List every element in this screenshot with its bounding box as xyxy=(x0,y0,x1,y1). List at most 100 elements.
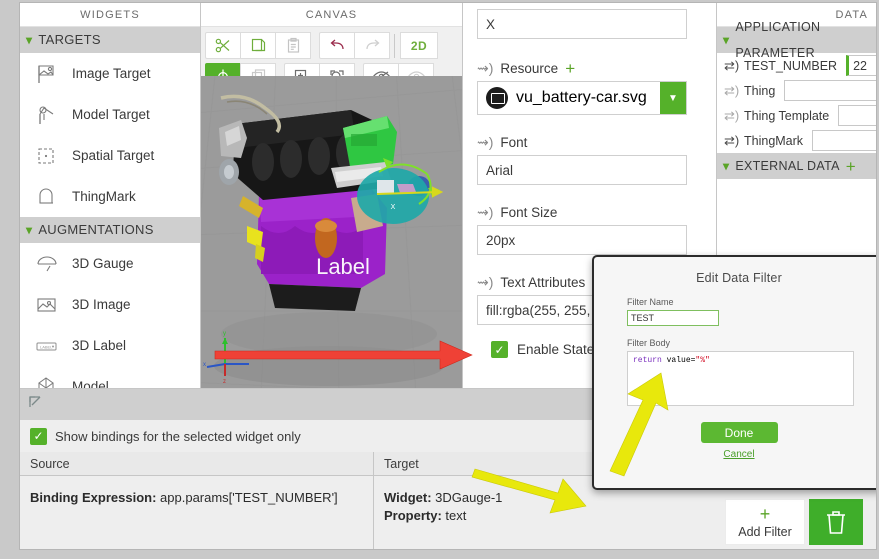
widget-item-model-target[interactable]: Model Target xyxy=(20,94,200,135)
copy-button[interactable] xyxy=(240,32,276,59)
dialog-cancel-link[interactable]: Cancel xyxy=(594,449,877,460)
code-keyword: return xyxy=(633,356,662,365)
paste-button[interactable] xyxy=(275,32,311,59)
property-resource: ⇝) Resource + vu_battery-car.svg ▼ xyxy=(477,55,702,115)
application-window: WIDGETS ▾ TARGETS Image Target xyxy=(19,2,877,550)
label-icon: LABEL xyxy=(34,334,60,358)
binding-swap-icon: ⇄) xyxy=(724,133,739,149)
section-header-external-data[interactable]: ▾ EXTERNAL DATA + xyxy=(717,153,877,179)
data-param-row[interactable]: ⇄) Thing xyxy=(717,78,877,103)
widget-label: Spatial Target xyxy=(72,148,154,163)
add-filter-label: Add Filter xyxy=(738,525,792,539)
model-label-text: Label xyxy=(316,254,370,279)
dialog-done-button[interactable]: Done xyxy=(701,422,778,443)
gauge-icon xyxy=(34,252,60,276)
delete-binding-button[interactable] xyxy=(809,499,863,545)
widget-item-image-target[interactable]: Image Target xyxy=(20,53,200,94)
model-target-icon xyxy=(34,103,60,127)
add-filter-button[interactable]: + Add Filter xyxy=(725,499,805,545)
redo-button[interactable] xyxy=(354,32,390,59)
column-header-source: Source xyxy=(20,452,373,476)
widgets-panel: WIDGETS ▾ TARGETS Image Target xyxy=(20,3,201,388)
property-font: ⇝) Font Arial xyxy=(477,129,702,185)
resource-select[interactable]: vu_battery-car.svg ▼ xyxy=(477,81,687,115)
chevron-down-icon: ▾ xyxy=(26,34,32,46)
section-header-targets[interactable]: ▾ TARGETS xyxy=(20,27,200,53)
property-font-size: ⇝) Font Size 20px xyxy=(477,199,702,255)
section-header-application-parameter[interactable]: ▾ APPLICATION PARAMETER xyxy=(717,27,877,53)
binding-arrow-icon: ⇝) xyxy=(477,275,493,289)
target-property-label: Property: xyxy=(384,508,442,523)
bottom-gutter xyxy=(0,550,879,559)
param-value[interactable] xyxy=(812,130,877,151)
add-external-data-plus-icon[interactable]: + xyxy=(846,158,856,175)
param-name: ThingMark xyxy=(744,134,803,148)
canvas-panel-title: CANVAS xyxy=(201,3,462,27)
expand-panel-icon[interactable] xyxy=(26,393,44,416)
widget-item-3d-image[interactable]: 3D Image xyxy=(20,284,200,325)
trash-icon xyxy=(822,507,850,537)
widget-item-thingmark[interactable]: ThingMark xyxy=(20,176,200,217)
param-value[interactable]: 22 xyxy=(846,55,877,76)
widget-item-3d-gauge[interactable]: 3D Gauge xyxy=(20,243,200,284)
param-name: Thing Template xyxy=(744,109,829,123)
filter-body-editor[interactable]: return value="%" xyxy=(627,351,854,406)
widget-item-spatial-target[interactable]: Spatial Target xyxy=(20,135,200,176)
binding-arrow-icon: ⇝) xyxy=(477,205,493,219)
binding-swap-icon: ⇄) xyxy=(724,58,739,74)
param-value[interactable] xyxy=(838,105,877,126)
cut-button[interactable] xyxy=(205,32,241,59)
spatial-target-icon xyxy=(34,144,60,168)
svg-text:LABEL: LABEL xyxy=(40,344,53,349)
code-string: "%" xyxy=(695,356,709,365)
target-widget-value: 3DGauge-1 xyxy=(435,490,502,505)
widget-label: Image Target xyxy=(72,66,151,81)
checkbox-checked-icon[interactable]: ✓ xyxy=(491,341,508,358)
widget-label: 3D Image xyxy=(72,297,131,312)
undo-button[interactable] xyxy=(319,32,355,59)
show-selected-bindings-label: Show bindings for the selected widget on… xyxy=(55,429,301,444)
canvas-panel: CANVAS xyxy=(201,3,463,388)
data-param-row[interactable]: ⇄) Thing Template xyxy=(717,103,877,128)
section-title-augmentations: AUGMENTATIONS xyxy=(38,217,153,243)
widget-label: 3D Label xyxy=(72,338,126,353)
checkbox-checked-icon[interactable]: ✓ xyxy=(30,428,47,445)
param-value[interactable] xyxy=(784,80,877,101)
svg-text:x: x xyxy=(203,362,206,368)
widget-label: ThingMark xyxy=(72,189,136,204)
screenshot-root: WIDGETS ▾ TARGETS Image Target xyxy=(0,0,879,559)
filter-name-label: Filter Name xyxy=(627,297,877,307)
binding-swap-icon: ⇄) xyxy=(724,83,739,99)
binding-source-cell: Binding Expression: app.params['TEST_NUM… xyxy=(20,476,373,505)
chevron-down-icon: ▾ xyxy=(723,160,729,172)
widget-label: Model Target xyxy=(72,107,150,122)
chevron-down-icon[interactable]: ▼ xyxy=(660,82,686,114)
bindings-source-column: Source Binding Expression: app.params['T… xyxy=(20,452,374,550)
widget-label: 3D Gauge xyxy=(72,256,134,271)
section-header-augmentations[interactable]: ▾ AUGMENTATIONS xyxy=(20,217,200,243)
filter-name-input[interactable]: TEST xyxy=(627,310,719,326)
target-widget-label: Widget: xyxy=(384,490,432,505)
param-name: Thing xyxy=(744,84,775,98)
chevron-down-icon: ▾ xyxy=(723,34,729,46)
property-label: Font xyxy=(500,135,527,150)
binding-swap-icon: ⇄) xyxy=(724,108,739,124)
data-param-row[interactable]: ⇄) ThingMark xyxy=(717,128,877,153)
canvas-3d-viewport[interactable]: X Label xyxy=(201,76,462,388)
add-resource-plus-icon[interactable]: + xyxy=(565,60,575,77)
param-name: TEST_NUMBER xyxy=(744,59,837,73)
property-top-input[interactable]: X xyxy=(477,9,687,39)
plus-icon: + xyxy=(760,505,771,523)
left-gutter xyxy=(0,0,19,559)
svg-text:y: y xyxy=(223,331,226,337)
2d-toggle-button[interactable]: 2D xyxy=(400,32,438,59)
binding-arrow-icon: ⇝) xyxy=(477,61,493,75)
image-target-icon xyxy=(34,62,60,86)
section-title-targets: TARGETS xyxy=(38,27,101,53)
binding-expression-value: app.params['TEST_NUMBER'] xyxy=(160,490,338,505)
font-size-input[interactable]: 20px xyxy=(477,225,687,255)
property-label: Font Size xyxy=(500,205,557,220)
font-input[interactable]: Arial xyxy=(477,155,687,185)
code-rest: value= xyxy=(662,356,696,365)
widget-item-3d-label[interactable]: LABEL 3D Label xyxy=(20,325,200,366)
